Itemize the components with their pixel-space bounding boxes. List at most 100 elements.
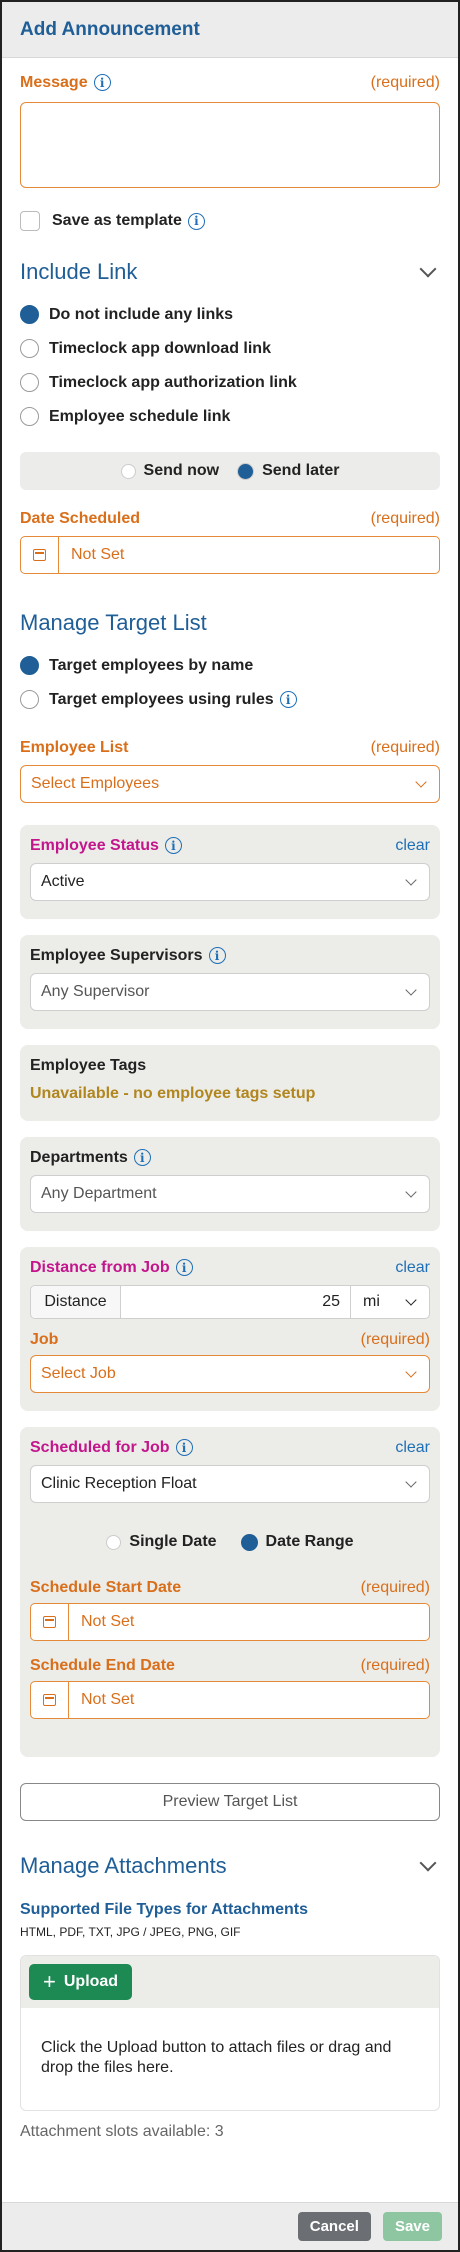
include-link-header[interactable]: Include Link [20,259,440,285]
chevron-down-icon[interactable] [419,260,437,278]
announcement-dialog: Add Announcement Message i (required) Sav… [0,0,460,2252]
employee-tags-label: Employee Tags [30,1057,147,1074]
date-scheduled-value: Not Set [71,546,125,563]
info-icon[interactable]: i [133,1149,151,1167]
scheduled-job-value: Clinic Reception Float [41,1475,197,1492]
employee-status-select[interactable]: Active [30,863,430,901]
info-icon[interactable]: i [93,74,111,92]
employee-status-panel: Employee Status i clear Active [20,825,440,919]
attachments-title: Manage Attachments [20,1853,227,1878]
chevron-down-icon [405,1293,417,1306]
employee-supervisors-panel: Employee Supervisors i Any Supervisor [20,935,440,1029]
send-now-radio[interactable] [120,463,136,479]
info-icon[interactable]: i [175,1439,193,1457]
employee-list-required: (required) [370,739,440,756]
chevron-down-icon[interactable] [419,1854,437,1872]
send-later-option[interactable]: Send later [237,462,339,480]
schedule-end-value: Not Set [81,1691,135,1708]
file-types-list: HTML, PDF, TXT, JPG / JPEG, PNG, GIF [20,1925,241,1939]
date-range-label: Date Range [265,1533,354,1550]
scheduled-panel: Scheduled for Job i clear Clinic Receptio… [20,1427,440,1757]
dropzone-text: Click the Upload button to attach files … [41,2039,392,2076]
schedule-start-required: (required) [360,1579,430,1596]
employee-status-clear[interactable]: clear [395,837,430,855]
info-icon[interactable]: i [164,837,182,855]
link-option-label: Timeclock app authorization link [49,373,297,391]
calendar-button[interactable] [31,1682,69,1718]
single-date-label: Single Date [129,1533,217,1550]
attachments-header[interactable]: Manage Attachments [20,1853,440,1879]
link-option-app-authorization-link[interactable]: Timeclock app authorization link [20,373,440,392]
calendar-icon [43,1616,56,1628]
single-date-radio[interactable] [106,1534,122,1550]
employee-list-placeholder: Select Employees [31,775,160,792]
schedule-start-field[interactable]: Not Set [30,1603,430,1641]
send-now-option[interactable]: Send now [120,462,220,480]
preview-target-list-button[interactable]: Preview Target List [20,1783,440,1821]
distance-unit-select[interactable]: mi [351,1286,429,1318]
chevron-down-icon [405,1365,417,1378]
date-scheduled-label: Date Scheduled [20,510,141,527]
cancel-button[interactable]: Cancel [297,2212,371,2241]
departments-select[interactable]: Any Department [30,1175,430,1213]
target-by-rules-option[interactable]: Target employees using rules i [20,690,440,709]
info-icon[interactable]: i [279,691,297,708]
link-option-label: Do not include any links [49,305,234,323]
dialog-title: Add Announcement [20,18,200,40]
info-icon[interactable]: i [187,212,205,230]
target-by-name-option[interactable]: Target employees by name [20,656,440,675]
upload-dropzone[interactable]: + Upload Click the Upload button to atta… [20,1955,440,2111]
employee-status-value: Active [41,873,85,890]
save-template-checkbox[interactable] [20,211,40,231]
employee-status-label: Employee Status [30,837,159,854]
chevron-down-icon [415,775,427,788]
info-icon[interactable]: i [175,1259,193,1277]
link-option-radio[interactable] [20,305,39,324]
job-label: Job [30,1331,59,1348]
employee-list-select[interactable]: Select Employees [20,765,440,803]
send-later-radio[interactable] [237,462,255,480]
chevron-down-icon [405,873,417,886]
departments-panel: Departments i Any Department [20,1137,440,1231]
link-option-radio[interactable] [20,339,39,358]
attachment-slots: Attachment slots available: 3 [20,2123,224,2140]
send-later-label: Send later [262,462,340,479]
job-select[interactable]: Select Job [30,1355,430,1393]
scheduled-clear[interactable]: clear [395,1439,430,1457]
calendar-button[interactable] [21,537,59,573]
distance-clear[interactable]: clear [395,1259,430,1277]
plus-icon: + [43,1969,56,1994]
employee-supervisors-select[interactable]: Any Supervisor [30,973,430,1011]
employee-supervisors-label: Employee Supervisors [30,947,203,964]
link-option-app-download-link[interactable]: Timeclock app download link [20,339,440,358]
link-option-no-links[interactable]: Do not include any links [20,305,440,324]
target-by-rules-radio[interactable] [20,690,39,709]
calendar-icon [33,549,46,561]
single-date-option[interactable]: Single Date [106,1533,217,1551]
upload-button[interactable]: + Upload [29,1964,133,2000]
date-scheduled-field[interactable]: Not Set [20,536,440,574]
departments-label: Departments [30,1149,128,1166]
scheduled-job-select[interactable]: Clinic Reception Float [30,1465,430,1503]
target-by-rules-label: Target employees using rules [49,690,274,708]
calendar-button[interactable] [31,1604,69,1640]
schedule-end-field[interactable]: Not Set [30,1681,430,1719]
save-button[interactable]: Save [382,2212,442,2241]
target-by-name-radio[interactable] [20,656,39,675]
link-option-radio[interactable] [20,373,39,392]
date-range-option[interactable]: Date Range [240,1533,354,1551]
info-icon[interactable]: i [208,947,226,965]
chevron-down-icon [405,1475,417,1488]
date-range-radio[interactable] [240,1533,258,1551]
link-option-schedule-link[interactable]: Employee schedule link [20,407,440,426]
send-now-label: Send now [143,462,220,479]
send-timing-toggle: Send now Send later [20,452,440,490]
employee-tags-panel: Employee Tags Unavailable - no employee … [20,1045,440,1121]
job-required: (required) [360,1331,430,1348]
link-option-label: Employee schedule link [49,407,231,425]
message-input[interactable] [20,102,440,188]
date-scheduled-required: (required) [370,510,440,527]
job-placeholder: Select Job [41,1365,116,1382]
distance-input[interactable]: 25 [121,1286,351,1318]
link-option-radio[interactable] [20,407,39,426]
